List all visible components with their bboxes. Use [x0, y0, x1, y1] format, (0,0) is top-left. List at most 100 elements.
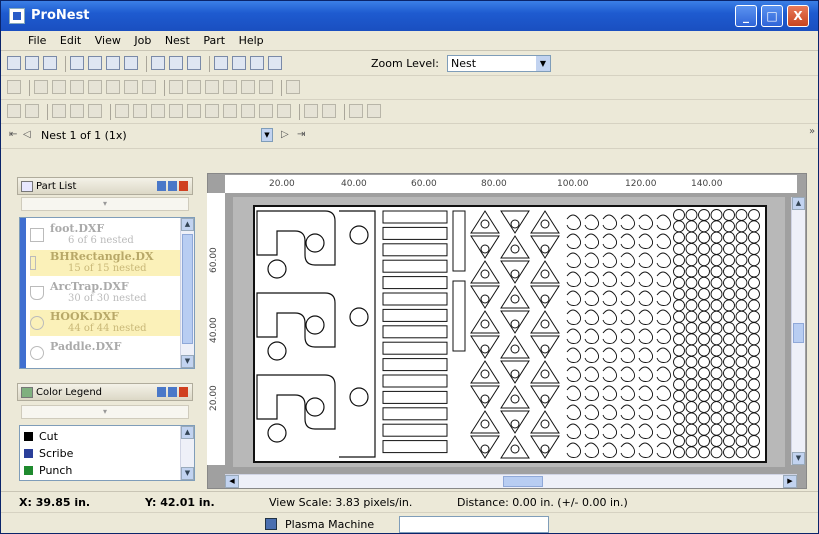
copy-icon[interactable]: [124, 56, 138, 70]
zoom-out-icon[interactable]: [250, 56, 264, 70]
nest-sheet[interactable]: [253, 205, 767, 463]
maximize-button[interactable]: □: [761, 5, 783, 27]
cut-list-icon[interactable]: [169, 104, 183, 118]
part-item-paddle[interactable]: Paddle.DXF: [30, 340, 182, 366]
part-list-filter[interactable]: ▾: [21, 197, 189, 211]
nest-tool-icon[interactable]: [7, 80, 21, 94]
pane-pin-icon[interactable]: [168, 181, 177, 191]
paddle-part: [748, 310, 760, 323]
text-icon[interactable]: [304, 104, 318, 118]
pane-options-icon[interactable]: [157, 181, 166, 191]
menu-help[interactable]: Help: [234, 31, 269, 47]
zoom-in-icon[interactable]: [232, 56, 246, 70]
open-icon[interactable]: [25, 56, 39, 70]
settings-icon[interactable]: [286, 80, 300, 94]
skeleton-icon[interactable]: [277, 104, 291, 118]
print-preview-icon[interactable]: [88, 56, 102, 70]
print-icon[interactable]: [70, 56, 84, 70]
nest-select-dropdown[interactable]: ▼: [261, 128, 273, 142]
view-window-icon[interactable]: [187, 56, 201, 70]
part-list-scrollbar[interactable]: ▲ ▼: [180, 218, 194, 368]
scroll-thumb[interactable]: [793, 323, 804, 343]
zoom-extents-icon[interactable]: [268, 56, 282, 70]
canvas-horizontal-scrollbar[interactable]: ◀ ▶: [225, 474, 797, 488]
part-window-icon[interactable]: [142, 80, 156, 94]
part-remove-icon[interactable]: [52, 80, 66, 94]
report-icon[interactable]: [367, 104, 381, 118]
undo-icon[interactable]: [7, 104, 21, 118]
hook-part: [584, 366, 600, 382]
font-icon[interactable]: [322, 104, 336, 118]
array-icon[interactable]: [205, 80, 219, 94]
select-icon[interactable]: [52, 104, 66, 118]
paddle-part: [673, 401, 685, 414]
scroll-thumb[interactable]: [503, 476, 543, 487]
part-add-icon[interactable]: [34, 80, 48, 94]
next-nest-icon[interactable]: ▷: [281, 129, 289, 140]
pane-options-icon[interactable]: [157, 387, 166, 397]
sequence-icon[interactable]: [151, 104, 165, 118]
output-icon[interactable]: [349, 104, 363, 118]
bump-icon[interactable]: [259, 80, 273, 94]
last-nest-icon[interactable]: ⇥: [297, 129, 305, 140]
menu-view[interactable]: View: [90, 31, 126, 47]
new-icon[interactable]: [7, 56, 21, 70]
legend-scrollbar[interactable]: ▲ ▼: [180, 426, 194, 480]
zoom-level-select[interactable]: Nest ▼: [447, 55, 551, 72]
pierce-icon[interactable]: [223, 104, 237, 118]
scroll-down-icon[interactable]: ▼: [181, 467, 194, 480]
scroll-left-icon[interactable]: ◀: [225, 475, 239, 488]
scroll-right-icon[interactable]: ▶: [783, 475, 797, 488]
part-grid-icon[interactable]: [70, 80, 84, 94]
part-align-icon[interactable]: [88, 80, 102, 94]
part-group-icon[interactable]: [124, 80, 138, 94]
close-button[interactable]: X: [787, 5, 809, 27]
menu-part[interactable]: Part: [198, 31, 230, 47]
chevron-down-icon[interactable]: ▼: [536, 56, 550, 71]
lead-out-icon[interactable]: [133, 104, 147, 118]
menu-file[interactable]: File: [23, 31, 51, 47]
compact-icon[interactable]: [241, 80, 255, 94]
fill-icon[interactable]: [223, 80, 237, 94]
pane-close-icon[interactable]: [179, 181, 188, 191]
menu-edit[interactable]: Edit: [55, 31, 86, 47]
scroll-down-icon[interactable]: ▼: [181, 355, 194, 368]
color-legend-filter[interactable]: ▾: [21, 405, 189, 419]
part-item-hook[interactable]: HOOK.DXF 44 of 44 nested: [30, 310, 182, 336]
bridge-icon[interactable]: [187, 104, 201, 118]
arctrap-hole: [480, 319, 490, 329]
view-select-icon[interactable]: [169, 56, 183, 70]
minimize-button[interactable]: _: [735, 5, 757, 27]
menu-nest[interactable]: Nest: [160, 31, 195, 47]
rotate-icon[interactable]: [169, 80, 183, 94]
pane-close-icon[interactable]: [179, 387, 188, 397]
crop-icon[interactable]: [241, 104, 255, 118]
toolbar-overflow-icon[interactable]: »: [809, 126, 815, 137]
paste-icon[interactable]: [151, 56, 165, 70]
mirror-icon[interactable]: [187, 80, 201, 94]
zoom-icon[interactable]: [214, 56, 228, 70]
measure-icon[interactable]: [88, 104, 102, 118]
previous-nest-icon[interactable]: ◁: [23, 129, 31, 140]
scroll-up-icon[interactable]: ▲: [181, 426, 194, 439]
part-item-bhrectangle[interactable]: BHRectangle.DX 15 of 15 nested: [30, 250, 182, 276]
part-item-arctrap[interactable]: ArcTrap.DXF 30 of 30 nested: [30, 280, 182, 306]
cut-icon[interactable]: [106, 56, 120, 70]
part-space-icon[interactable]: [106, 80, 120, 94]
part-item-foot[interactable]: foot.DXF 6 of 6 nested: [30, 222, 182, 248]
first-nest-icon[interactable]: ⇤: [9, 129, 17, 140]
canvas-vertical-scrollbar[interactable]: ▲ ▼: [791, 197, 805, 465]
lead-in-icon[interactable]: [115, 104, 129, 118]
save-icon[interactable]: [43, 56, 57, 70]
scroll-up-icon[interactable]: ▲: [181, 218, 194, 231]
move-icon[interactable]: [70, 104, 84, 118]
pane-pin-icon[interactable]: [168, 387, 177, 397]
redo-icon[interactable]: [25, 104, 39, 118]
scroll-thumb[interactable]: [182, 234, 193, 344]
scroll-up-icon[interactable]: ▲: [792, 197, 805, 210]
scroll-down-icon[interactable]: ▼: [792, 452, 805, 465]
chain-icon[interactable]: [205, 104, 219, 118]
menu-job[interactable]: Job: [129, 31, 156, 47]
paddle-part: [748, 333, 760, 346]
remnant-icon[interactable]: [259, 104, 273, 118]
